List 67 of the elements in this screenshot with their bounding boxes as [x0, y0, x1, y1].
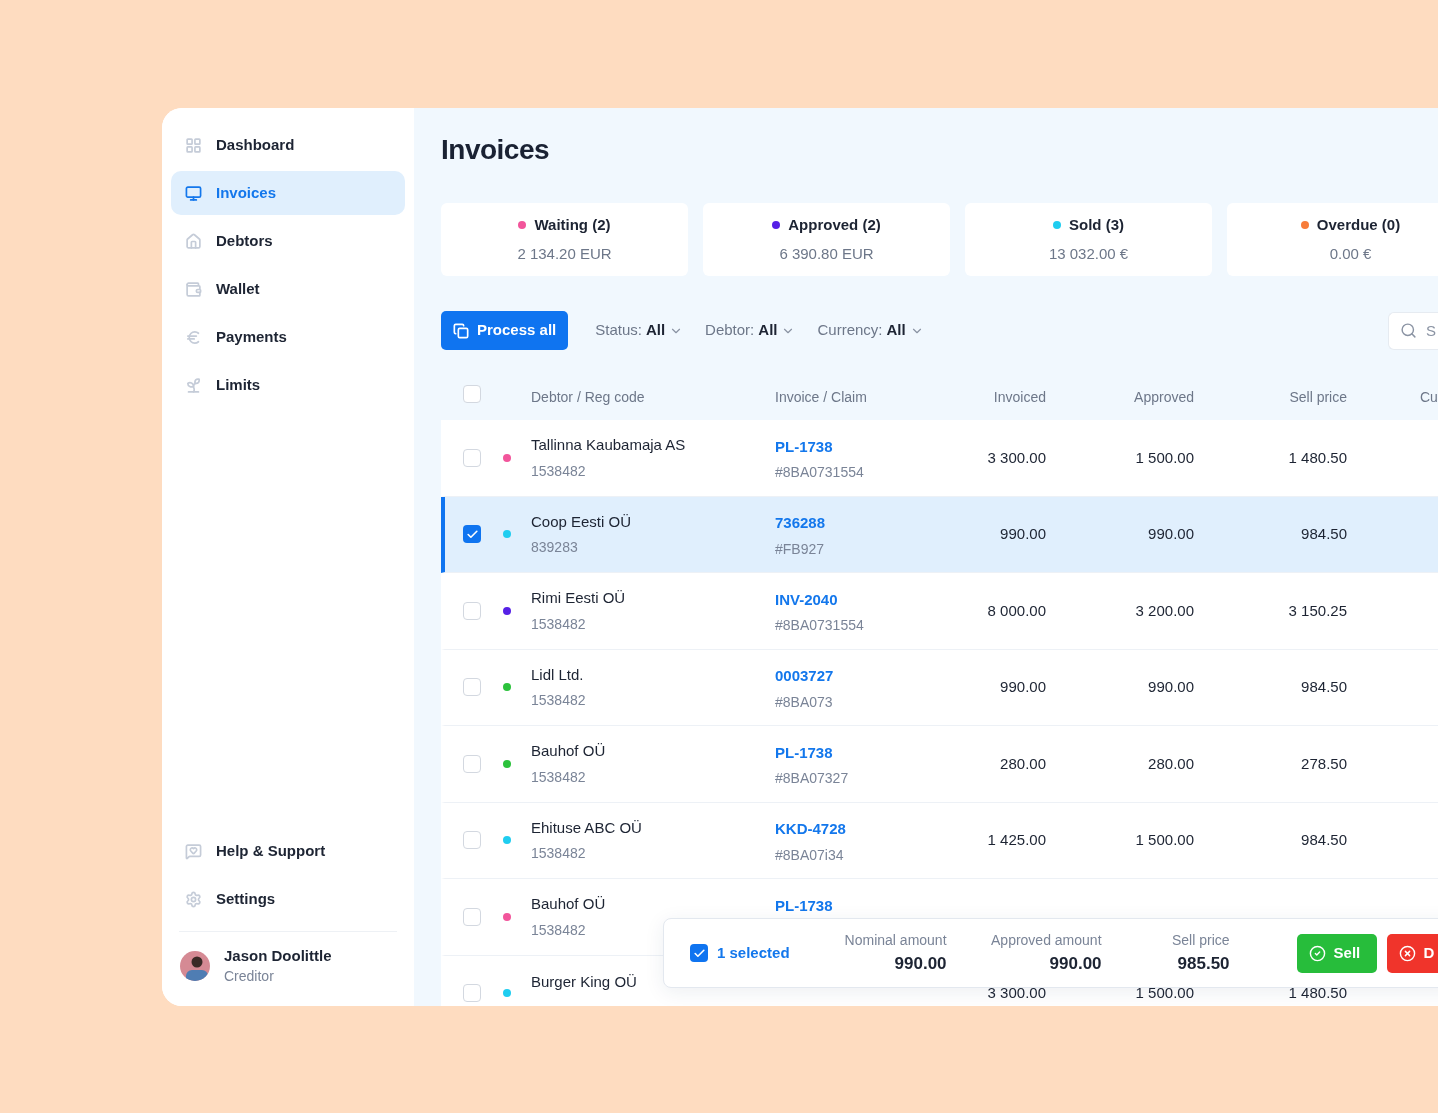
amount-cell: 3 300.00: [987, 984, 1046, 1002]
amount-cell: 1 425.00: [987, 831, 1046, 849]
reg-code: 1538482: [531, 691, 587, 710]
claim-code: #8BA0731554: [775, 616, 865, 636]
debtor-name: Tallinna Kaubamaja AS: [531, 435, 687, 455]
column-header: Cu: [1420, 388, 1438, 405]
total-label: Nominal amount: [844, 930, 947, 950]
amount-cell: 3 300.00: [987, 448, 1046, 466]
total-label: Sell price: [1171, 930, 1230, 950]
amount-cell: 990.00: [1000, 678, 1046, 696]
debtor-name: Bauhof OÜ: [531, 894, 607, 914]
debtor-name: Burger King OÜ: [531, 972, 638, 992]
filter-value: All: [758, 320, 778, 341]
reg-code: 1538482: [531, 461, 587, 481]
amount-cell: 1 480.50: [1288, 984, 1347, 1002]
amount-cell: 1 500.00: [1135, 831, 1194, 849]
amount-cell: 3 150.25: [1288, 601, 1347, 619]
filter-label: Currency:: [817, 320, 883, 341]
stat-value: 13 032.00 €: [1048, 243, 1129, 264]
amount-cell: 3 200.00: [1135, 601, 1194, 619]
amount-cell: 278.50: [1301, 754, 1347, 772]
amount-cell: 990.00: [1148, 525, 1194, 543]
stat-label: Overdue (0): [1316, 215, 1401, 235]
filter-value: All: [886, 320, 906, 341]
user-name: Jason Doolittle: [224, 946, 332, 966]
total-label: Approved amount: [991, 930, 1102, 950]
claim-code: #8BA073: [775, 692, 834, 712]
claim-code: #8BA07327: [775, 769, 850, 789]
amount-cell: 1 500.00: [1135, 448, 1194, 466]
amount-cell: 984.50: [1301, 525, 1347, 543]
debtor-name: Rimi Eesti OÜ: [531, 588, 627, 608]
page-title: Invoices: [441, 133, 551, 167]
reg-code: 1538482: [531, 767, 587, 787]
stat-label: Waiting (2): [534, 215, 611, 235]
debtor-name: Lidl Ltd.: [531, 664, 585, 685]
amount-cell: 990.00: [1148, 678, 1194, 696]
amount-cell: 8 000.00: [987, 601, 1046, 619]
column-header: Invoiced: [993, 388, 1046, 405]
debtor-name: Ehituse ABC OÜ: [531, 817, 643, 838]
amount-cell: 1 480.50: [1288, 448, 1347, 466]
claim-code: #FB927: [775, 539, 826, 559]
stat-label: Sold (3): [1069, 215, 1124, 235]
column-header: Sell price: [1289, 388, 1347, 405]
filter-label: Status:: [595, 320, 642, 341]
claim-code: #8BA07i34: [775, 845, 845, 865]
debtor-name: Bauhof OÜ: [531, 741, 607, 761]
reg-code: 839283: [531, 538, 579, 557]
column-header: Debtor / Reg code: [531, 388, 645, 405]
amount-cell: 1 500.00: [1135, 984, 1194, 1002]
reg-code: 1538482: [531, 920, 587, 940]
column-header: Approved: [1134, 388, 1194, 405]
stat-value: 2 134.20 EUR: [517, 243, 612, 264]
amount-cell: 984.50: [1301, 678, 1347, 696]
user-role: Creditor: [224, 967, 275, 986]
stat-value: 0.00 €: [1329, 243, 1372, 264]
amount-cell: 990.00: [1000, 525, 1046, 543]
claim-code: #8BA0731554: [775, 463, 865, 483]
reg-code: 1538482: [531, 614, 587, 634]
debtor-name: Coop Eesti OÜ: [531, 511, 633, 532]
stat-value: 6 390.80 EUR: [779, 243, 874, 264]
amount-cell: 280.00: [1148, 754, 1194, 772]
amount-cell: 984.50: [1301, 831, 1347, 849]
stat-label: Approved (2): [788, 215, 881, 235]
column-header: Invoice / Claim: [775, 388, 867, 405]
amount-cell: 280.00: [1000, 754, 1046, 772]
filter-label: Debtor:: [705, 320, 755, 341]
filter-value: All: [645, 320, 666, 341]
